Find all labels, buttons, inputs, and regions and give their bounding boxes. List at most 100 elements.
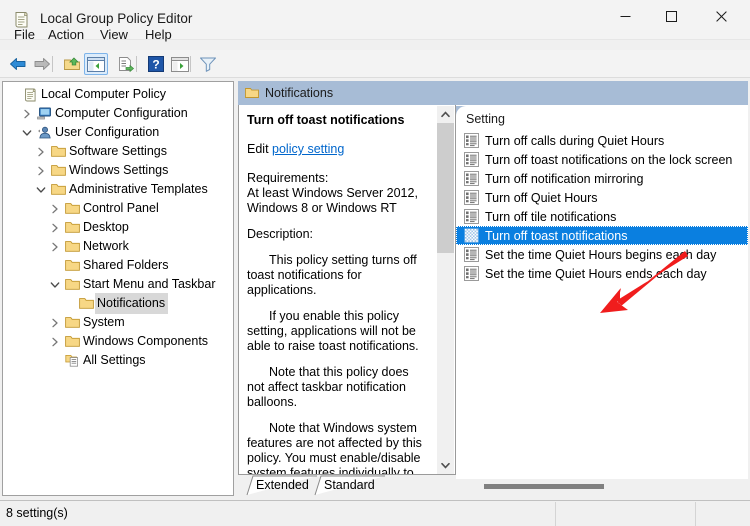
funnel-filter-icon[interactable] (196, 53, 220, 75)
chevron-down-icon[interactable] (19, 123, 35, 142)
tree-item-label: Windows Components (81, 331, 211, 352)
local-group-policy-editor-window: Local Group Policy Editor FileActionView… (0, 0, 750, 526)
policy-setting-icon (464, 190, 480, 206)
settings-row-label: Turn off notification mirroring (485, 172, 643, 186)
tree-item-shared-folders[interactable]: Shared Folders (3, 256, 233, 275)
settings-row[interactable]: Turn off tile notifications (456, 207, 748, 226)
tree-item-label: Software Settings (67, 141, 170, 162)
tab-extended[interactable]: Extended (244, 475, 297, 496)
tree-item-label: Computer Configuration (53, 103, 191, 124)
forward-button[interactable] (30, 53, 54, 75)
description-paragraph: Note that Windows system features are no… (247, 421, 429, 475)
computer-icon (35, 104, 53, 123)
tree-item-windows-settings[interactable]: Windows Settings (3, 161, 233, 180)
settings-row[interactable]: Turn off calls during Quiet Hours (456, 131, 748, 150)
tree-item-all-settings[interactable]: All Settings (3, 351, 233, 370)
settings-list-body[interactable]: Setting Turn off calls during Quiet Hour… (456, 105, 748, 496)
menu-file[interactable]: File (6, 22, 43, 48)
chevron-right-icon[interactable] (47, 218, 63, 237)
settings-pane-header-band (456, 81, 748, 105)
policy-setting-icon (464, 228, 480, 244)
details-pane-header: Notifications (238, 81, 456, 105)
settings-list-pane: Setting Turn off calls during Quiet Hour… (456, 81, 748, 496)
chevron-right-icon[interactable] (47, 313, 63, 332)
toolbar: ? (0, 50, 750, 78)
chevron-down-icon[interactable] (33, 180, 49, 199)
tab-label: Standard (324, 478, 375, 492)
details-text: Turn off toast notifications Edit policy… (239, 105, 437, 474)
tree-item-label: Local Computer Policy (39, 84, 169, 105)
requirements-label: Requirements: (247, 171, 328, 185)
settings-row-label: Turn off Quiet Hours (485, 191, 598, 205)
policy-document-icon (21, 85, 39, 104)
chevron-right-icon[interactable] (33, 142, 49, 161)
settings-row-label: Turn off toast notifications (485, 229, 627, 243)
tree-item-network[interactable]: Network (3, 237, 233, 256)
chevron-right-icon[interactable] (33, 161, 49, 180)
tree-item-computer-configuration[interactable]: Computer Configuration (3, 104, 233, 123)
menu-help[interactable]: Help (137, 22, 180, 48)
back-button[interactable] (6, 53, 30, 75)
description-paragraph: If you enable this policy setting, appli… (247, 309, 429, 354)
tree-item-user-configuration[interactable]: User Configuration (3, 123, 233, 142)
tree-item-label: Desktop (81, 217, 132, 238)
console-tree-pane[interactable]: Local Computer PolicyComputer Configurat… (2, 81, 234, 496)
details-scrollbar-thumb[interactable] (437, 123, 454, 253)
tree-item-windows-components[interactable]: Windows Components (3, 332, 233, 351)
settings-scrollbar-thumb[interactable] (484, 484, 604, 489)
requirements-block: Requirements: At least Windows Server 20… (247, 171, 429, 216)
settings-row-label: Turn off tile notifications (485, 210, 616, 224)
settings-horizontal-scrollbar[interactable] (456, 479, 748, 496)
menu-action[interactable]: Action (40, 22, 92, 48)
settings-row[interactable]: Turn off notification mirroring (456, 169, 748, 188)
tree-item-desktop[interactable]: Desktop (3, 218, 233, 237)
export-list-button[interactable] (114, 53, 138, 75)
content-area: Local Computer PolicyComputer Configurat… (0, 79, 750, 500)
tree-item-local-computer-policy[interactable]: Local Computer Policy (3, 85, 233, 104)
tree-item-label: Shared Folders (81, 255, 171, 276)
settings-row-label: Turn off calls during Quiet Hours (485, 134, 664, 148)
chevron-right-icon[interactable] (19, 104, 35, 123)
user-icon (35, 123, 53, 142)
column-header-setting[interactable]: Setting (466, 112, 505, 126)
details-vertical-scrollbar[interactable] (437, 106, 454, 474)
chevron-right-icon[interactable] (47, 332, 63, 351)
scroll-down-arrow-icon[interactable] (437, 457, 454, 474)
settings-row-label: Set the time Quiet Hours begins each day (485, 248, 716, 262)
settings-row[interactable]: Turn off toast notifications on the lock… (456, 150, 748, 169)
help-button[interactable]: ? (144, 53, 168, 75)
settings-row-selected[interactable]: Turn off toast notifications (456, 226, 748, 245)
details-pane-title: Notifications (265, 86, 333, 100)
extended-details-pane: Notifications Turn off toast notificatio… (238, 81, 456, 496)
tab-standard[interactable]: Standard (312, 475, 363, 496)
svg-text:?: ? (152, 58, 159, 72)
tree-item-system[interactable]: System (3, 313, 233, 332)
show-hide-console-tree-button[interactable] (84, 53, 108, 75)
tree-item-software-settings[interactable]: Software Settings (3, 142, 233, 161)
settings-row[interactable]: Set the time Quiet Hours ends each day (456, 264, 748, 283)
properties-window-button[interactable] (168, 53, 192, 75)
menu-view[interactable]: View (92, 22, 136, 48)
tree-item-notifications[interactable]: Notifications (3, 294, 233, 313)
description-label: Description: (247, 227, 429, 242)
all-settings-icon (63, 351, 81, 370)
status-divider (695, 502, 696, 526)
status-text: 8 setting(s) (6, 506, 68, 520)
chevron-right-icon[interactable] (47, 199, 63, 218)
pane-corner-notch (456, 106, 466, 116)
settings-row[interactable]: Turn off Quiet Hours (456, 188, 748, 207)
tree-item-label: Windows Settings (67, 160, 171, 181)
policy-setting-link[interactable]: policy setting (272, 142, 344, 156)
settings-row[interactable]: Set the time Quiet Hours begins each day (456, 245, 748, 264)
tree-item-start-menu-and-taskbar[interactable]: Start Menu and Taskbar (3, 275, 233, 294)
policy-setting-icon (464, 152, 480, 168)
tree-item-control-panel[interactable]: Control Panel (3, 199, 233, 218)
requirements-text: At least Windows Server 2012, Windows 8 … (247, 186, 418, 215)
scroll-up-arrow-icon[interactable] (437, 106, 454, 123)
up-one-level-button[interactable] (60, 53, 84, 75)
chevron-down-icon[interactable] (47, 275, 63, 294)
tree-item-administrative-templates[interactable]: Administrative Templates (3, 180, 233, 199)
chevron-right-icon[interactable] (47, 237, 63, 256)
status-bar: 8 setting(s) (0, 500, 750, 526)
settings-row-label: Set the time Quiet Hours ends each day (485, 267, 707, 281)
